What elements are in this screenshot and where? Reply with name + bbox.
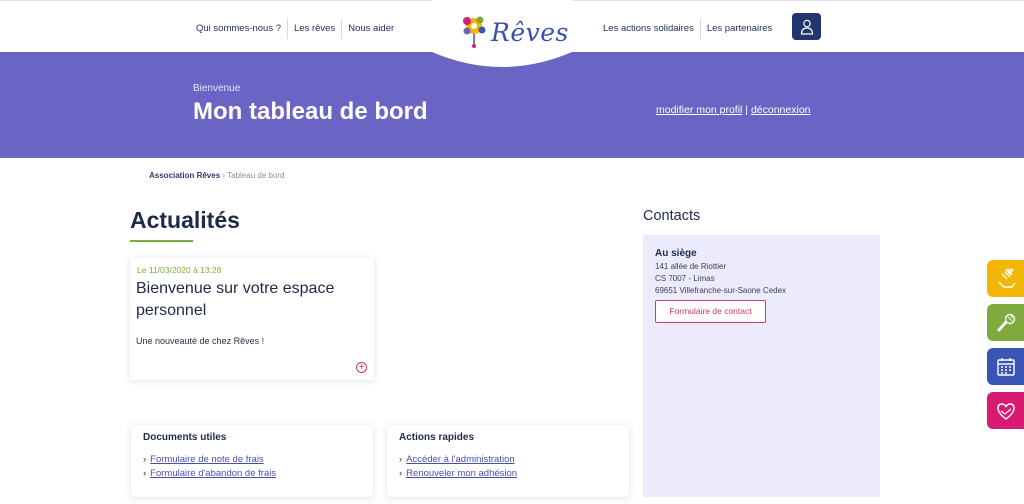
nav-right: Les actions solidaires Les partenaires	[597, 19, 778, 39]
side-tab-calendar[interactable]	[987, 348, 1024, 385]
profile-links-separator: |	[745, 104, 749, 116]
welcome-text: Bienvenue	[193, 83, 241, 94]
quick-actions-title: Actions rapides	[399, 432, 475, 443]
document-link-item: › Formulaire de note de frais	[143, 454, 264, 465]
documents-box: Documents utiles › Formulaire de note de …	[131, 425, 373, 497]
user-icon	[800, 19, 813, 35]
news-card[interactable]: Le 11/03/2020 à 13:28 Bienvenue sur votr…	[130, 258, 374, 380]
quick-action-item: › Accéder à l'administration	[399, 454, 515, 465]
chevron-right-icon: ›	[399, 454, 403, 465]
logo-text: Rêves	[491, 18, 569, 47]
renew-membership-link[interactable]: Renouveler mon adhésion	[406, 468, 517, 479]
nav-link-les-reves[interactable]: Les rêves	[288, 20, 341, 38]
address-line: CS 7007 - Limas	[655, 274, 715, 283]
plus-circle-icon[interactable]: +	[356, 362, 367, 373]
logout-link[interactable]: déconnexion	[751, 104, 811, 116]
section-title-underline	[130, 240, 193, 242]
microphone-icon	[996, 313, 1015, 332]
address-line: 141 allée de Riottier	[655, 262, 727, 271]
news-excerpt: Une nouveauté de chez Rêves !	[136, 336, 265, 346]
breadcrumb-current: Tableau de bord	[227, 171, 285, 180]
address-line: 69651 Villefranche-sur-Saone Cedex	[655, 286, 787, 295]
nav-link-qui-sommes-nous[interactable]: Qui sommes-nous ?	[190, 20, 287, 38]
contact-form-button[interactable]: Formulaire de contact	[655, 300, 766, 323]
quick-action-item: › Renouveler mon adhésion	[399, 468, 517, 479]
hq-title: Au siège	[655, 248, 697, 259]
flower-logo-icon	[463, 16, 486, 48]
profile-links: modifier mon profil | déconnexion	[656, 104, 811, 116]
nav-left: Qui sommes-nous ? Les rêves Nous aider	[190, 19, 400, 39]
hands-heart-icon	[998, 268, 1016, 288]
side-tab-solidarity[interactable]	[987, 260, 1024, 297]
admin-access-link[interactable]: Accéder à l'administration	[406, 454, 514, 465]
chevron-right-icon: ›	[143, 454, 147, 465]
note-de-frais-link[interactable]: Formulaire de note de frais	[150, 454, 264, 465]
contacts-title: Contacts	[643, 208, 701, 224]
side-tab-microphone[interactable]	[987, 304, 1024, 341]
breadcrumb: Association Rêves › Tableau de bord	[149, 171, 285, 180]
nav-link-nous-aider[interactable]: Nous aider	[342, 20, 400, 38]
side-tab-partnership[interactable]	[987, 392, 1024, 429]
side-tabs	[987, 260, 1024, 436]
nav-link-partenaires[interactable]: Les partenaires	[701, 20, 778, 38]
nav-link-actions-solidaires[interactable]: Les actions solidaires	[597, 20, 700, 38]
calendar-icon	[996, 357, 1015, 376]
abandon-de-frais-link[interactable]: Formulaire d'abandon de frais	[150, 468, 276, 479]
site-logo[interactable]: Rêves	[432, 0, 572, 70]
breadcrumb-separator: ›	[222, 171, 226, 180]
quick-actions-box: Actions rapides › Accéder à l'administrat…	[387, 425, 629, 497]
news-date: Le 11/03/2020 à 13:28	[137, 265, 222, 275]
documents-title: Documents utiles	[143, 432, 227, 443]
chevron-right-icon: ›	[143, 468, 147, 479]
document-link-item: › Formulaire d'abandon de frais	[143, 468, 276, 479]
page-title: Mon tableau de bord	[193, 98, 428, 125]
contacts-panel: Au siège 141 allée de Riottier CS 7007 -…	[643, 235, 880, 497]
user-account-button[interactable]	[792, 13, 821, 40]
chevron-right-icon: ›	[399, 468, 403, 479]
edit-profile-link[interactable]: modifier mon profil	[656, 104, 742, 116]
news-section-title: Actualités	[130, 207, 240, 233]
news-title: Bienvenue sur votre espace personnel	[136, 280, 335, 319]
handshake-icon	[996, 402, 1015, 420]
breadcrumb-root[interactable]: Association Rêves	[149, 171, 220, 180]
